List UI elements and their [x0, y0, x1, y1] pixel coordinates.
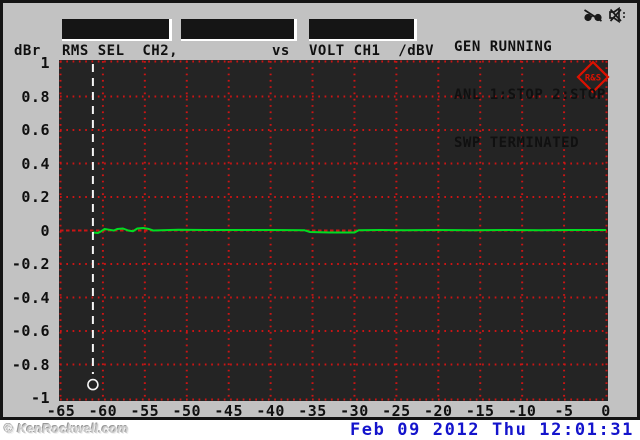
x-tick-label: -10 [507, 402, 537, 420]
readout-bar-2 [181, 19, 297, 41]
x-tick-label: -25 [382, 402, 411, 420]
trace-function-label: RMS SEL CH2, [62, 43, 179, 59]
screen-layer: R&S dBr RMS SEL CH2, vs VOLT CH1 /dBV GE… [0, 0, 640, 420]
readout-bar-1 [62, 19, 172, 41]
status-sweep: SWP TERMINATED [454, 135, 580, 151]
readout-bar-3 [309, 19, 417, 41]
speaker-muted-icon [609, 7, 625, 23]
x-tick-label: -50 [172, 402, 202, 420]
x-tick-label: -20 [424, 402, 453, 420]
y-tick-label: -0.6 [11, 322, 50, 340]
vs-label: vs [272, 43, 290, 59]
y-tick-label: 0 [40, 221, 50, 240]
x-tick-label: 0 [601, 402, 611, 420]
status-analyzer: ANL 1:STOP 2:STOP [454, 87, 606, 103]
y-tick-label: -0.8 [11, 355, 50, 374]
x-tick-label: -15 [465, 402, 495, 420]
x-axis-function-label: VOLT CH1 /dBV [309, 43, 435, 59]
y-tick-label: 1 [40, 54, 50, 72]
x-tick-label: -40 [256, 402, 285, 420]
x-tick-label: -5 [554, 402, 574, 420]
x-tick-label: -35 [298, 402, 327, 420]
headphones-crossed-icon [584, 9, 602, 22]
y-tick-label: 0.6 [21, 121, 50, 139]
x-tick-label: -55 [130, 402, 160, 420]
caption-strip: © KenRockwell.com Feb 09 2012 Thu 12:01:… [0, 420, 640, 440]
x-tick-label: -65 [46, 402, 76, 420]
y-tick-label: 0.2 [21, 188, 50, 206]
status-generator: GEN RUNNING [454, 39, 553, 55]
x-tick-label: -60 [88, 402, 118, 420]
y-tick-label: -0.2 [11, 255, 50, 273]
status-icons [583, 7, 627, 23]
x-tick-label: -45 [214, 402, 243, 420]
status-block: GEN RUNNING ANL 1:STOP 2:STOP SWP TERMIN… [454, 7, 606, 183]
y-tick-label: 0.4 [21, 154, 50, 173]
analyzer-screen: R&S dBr RMS SEL CH2, vs VOLT CH1 /dBV GE… [0, 0, 640, 420]
timestamp: Feb 09 2012 Thu 12:01:31 [349, 420, 634, 440]
y-tick-label: 0.8 [21, 87, 50, 106]
x-tick-label: -30 [340, 402, 369, 420]
y-tick-label: -0.4 [11, 288, 50, 307]
watermark: © KenRockwell.com [4, 421, 129, 436]
